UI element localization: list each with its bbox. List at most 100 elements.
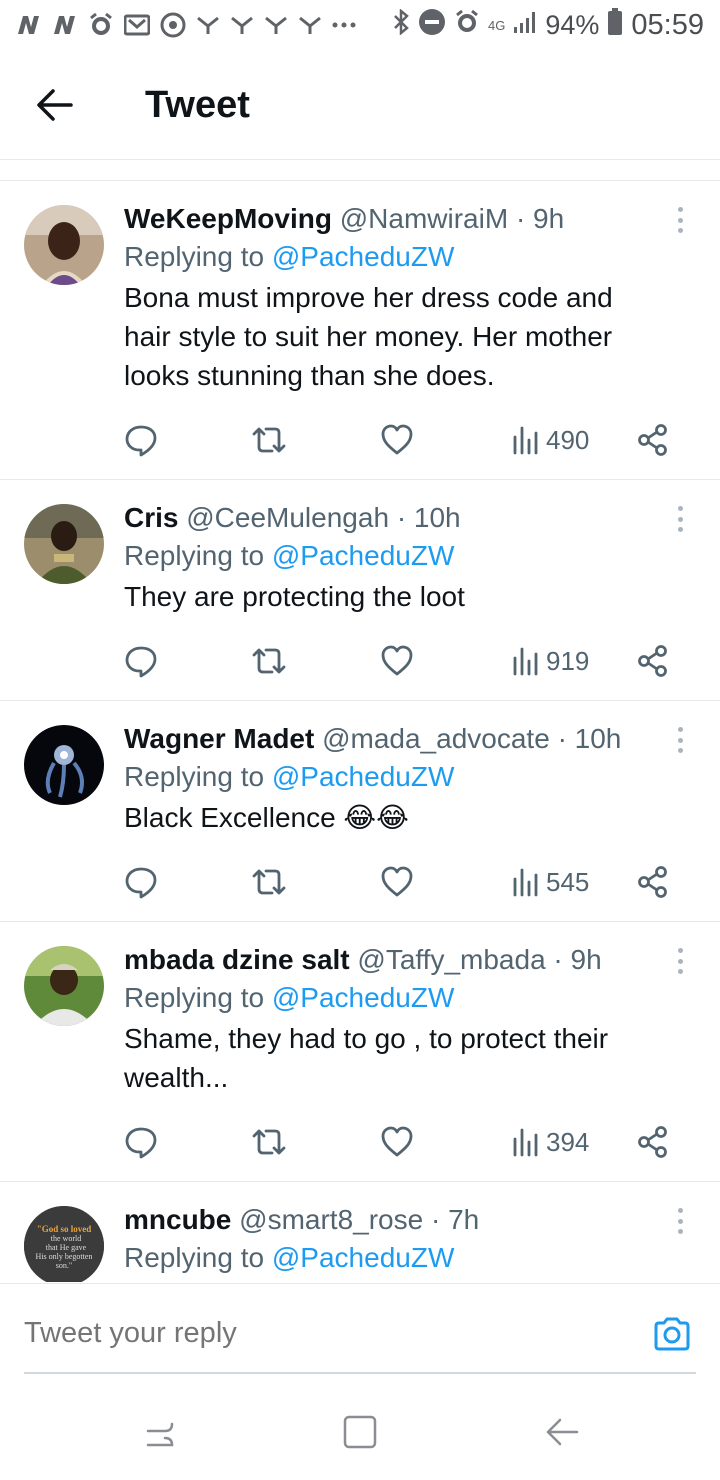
author-handle[interactable]: @mada_advocate [322, 723, 550, 754]
author-name[interactable]: Wagner Madet [124, 723, 314, 754]
status-icons-left [16, 10, 356, 40]
author-name[interactable]: Cris [124, 502, 178, 533]
tweet-header: Wagner Madet @mada_advocate · 10h [124, 721, 660, 757]
retweet-icon [252, 1129, 286, 1155]
n-icon [52, 10, 78, 40]
reply-composer [0, 1283, 720, 1374]
author-handle[interactable]: @Taffy_mbada [357, 944, 545, 975]
avatar[interactable] [24, 205, 104, 285]
more-options-button[interactable] [670, 504, 690, 534]
replying-prefix: Replying to [124, 761, 265, 792]
more-options-button[interactable] [670, 205, 690, 235]
retweet-button[interactable] [250, 862, 288, 902]
retweet-button[interactable] [250, 1122, 288, 1162]
share-button[interactable] [636, 1122, 670, 1162]
wifi-icon [298, 10, 322, 40]
page-title: Tweet [145, 84, 250, 126]
more-options-button[interactable] [670, 1206, 690, 1236]
tweet[interactable]: Cris @CeeMulengah · 10h Replying to @Pac… [0, 480, 720, 701]
reply-input[interactable] [24, 1317, 584, 1350]
author-handle[interactable]: @CeeMulengah [186, 502, 389, 533]
n-icon [16, 10, 42, 40]
system-back-button[interactable] [542, 1412, 582, 1452]
system-navbar [0, 1390, 720, 1480]
author-name[interactable]: mbada dzine salt [124, 944, 350, 975]
reply-icon [125, 425, 157, 457]
share-button[interactable] [636, 420, 670, 460]
author-name[interactable]: WeKeepMoving [124, 203, 332, 234]
tweet[interactable]: Wagner Madet @mada_advocate · 10h Replyi… [0, 701, 720, 922]
home-button[interactable] [340, 1412, 380, 1452]
camera-icon [654, 1317, 690, 1351]
mention-link[interactable]: @PacheduZW [272, 540, 455, 571]
reply-button[interactable] [124, 641, 158, 681]
wifi-icon [196, 10, 220, 40]
tweet-actions: 490 [124, 420, 684, 460]
more-options-button[interactable] [670, 725, 690, 755]
tweet[interactable]: "God so loved the world that He gave His… [0, 1182, 720, 1282]
mention-link[interactable]: @PacheduZW [272, 241, 455, 272]
mention-link[interactable]: @PacheduZW [272, 982, 455, 1013]
more-options-button[interactable] [670, 946, 690, 976]
replying-prefix: Replying to [124, 1242, 265, 1273]
tweet-actions: 394 [124, 1122, 684, 1162]
author-handle[interactable]: @smart8_rose [239, 1204, 423, 1235]
recent-apps-button[interactable] [140, 1412, 180, 1452]
replies-feed[interactable]: WeKeepMoving @NamwiraiM · 9h Replying to… [0, 180, 720, 1282]
like-button[interactable] [380, 1122, 414, 1162]
avatar[interactable] [24, 946, 104, 1026]
retweet-button[interactable] [250, 641, 288, 681]
author-name[interactable]: mncube [124, 1204, 231, 1235]
tweet[interactable]: mbada dzine salt @Taffy_mbada · 9h Reply… [0, 922, 720, 1182]
back-icon [546, 1418, 579, 1446]
tweet-actions: 545 [124, 862, 684, 902]
tweet[interactable]: WeKeepMoving @NamwiraiM · 9h Replying to… [0, 181, 720, 480]
avatar[interactable] [24, 504, 104, 584]
more-dots-icon [332, 10, 356, 40]
retweet-icon [252, 427, 286, 453]
author-handle[interactable]: @NamwiraiM [340, 203, 508, 234]
wifi-icon [264, 10, 288, 40]
avatar-text-line: son." [56, 1261, 72, 1270]
bar-chart-icon [513, 426, 538, 455]
avatar[interactable] [24, 725, 104, 805]
reply-button[interactable] [124, 862, 158, 902]
battery-icon [607, 7, 623, 43]
share-icon [638, 866, 667, 898]
bluetooth-icon [392, 7, 410, 42]
avatar-text-line: that He gave [46, 1243, 87, 1252]
back-button[interactable] [30, 80, 80, 130]
views-button[interactable]: 490 [512, 420, 589, 460]
views-button[interactable]: 919 [512, 641, 589, 681]
tweet-text: Shame, they had to go , to protect their… [124, 1023, 609, 1093]
mention-link[interactable]: @PacheduZW [272, 761, 455, 792]
camera-button[interactable] [652, 1314, 692, 1354]
share-button[interactable] [636, 862, 670, 902]
tweet-time: · 9h [553, 944, 602, 975]
avatar[interactable]: "God so loved the world that He gave His… [24, 1206, 104, 1282]
chrome-icon [160, 10, 186, 40]
share-button[interactable] [636, 641, 670, 681]
reply-button[interactable] [124, 420, 158, 460]
tweet-header: mbada dzine salt @Taffy_mbada · 9h [124, 942, 660, 978]
like-button[interactable] [380, 641, 414, 681]
views-button[interactable]: 394 [512, 1122, 589, 1162]
reply-button[interactable] [124, 1122, 158, 1162]
like-button[interactable] [380, 862, 414, 902]
like-button[interactable] [380, 420, 414, 460]
app-header: Tweet [0, 50, 720, 160]
bar-chart-icon [513, 1128, 538, 1157]
share-icon [638, 424, 667, 456]
heart-icon [381, 645, 413, 676]
mention-link[interactable]: @PacheduZW [272, 1242, 455, 1273]
home-icon [343, 1415, 377, 1449]
tweet-text: Bona must improve her dress code and hai… [124, 282, 613, 391]
views-count: 394 [546, 1126, 590, 1157]
network-label: 4G [488, 17, 506, 33]
retweet-button[interactable] [250, 420, 288, 460]
clock: 05:59 [631, 8, 704, 41]
tweet-header: WeKeepMoving @NamwiraiM · 9h [124, 201, 660, 237]
retweet-icon [252, 869, 286, 895]
reply-icon [125, 1127, 157, 1159]
views-button[interactable]: 545 [512, 862, 589, 902]
